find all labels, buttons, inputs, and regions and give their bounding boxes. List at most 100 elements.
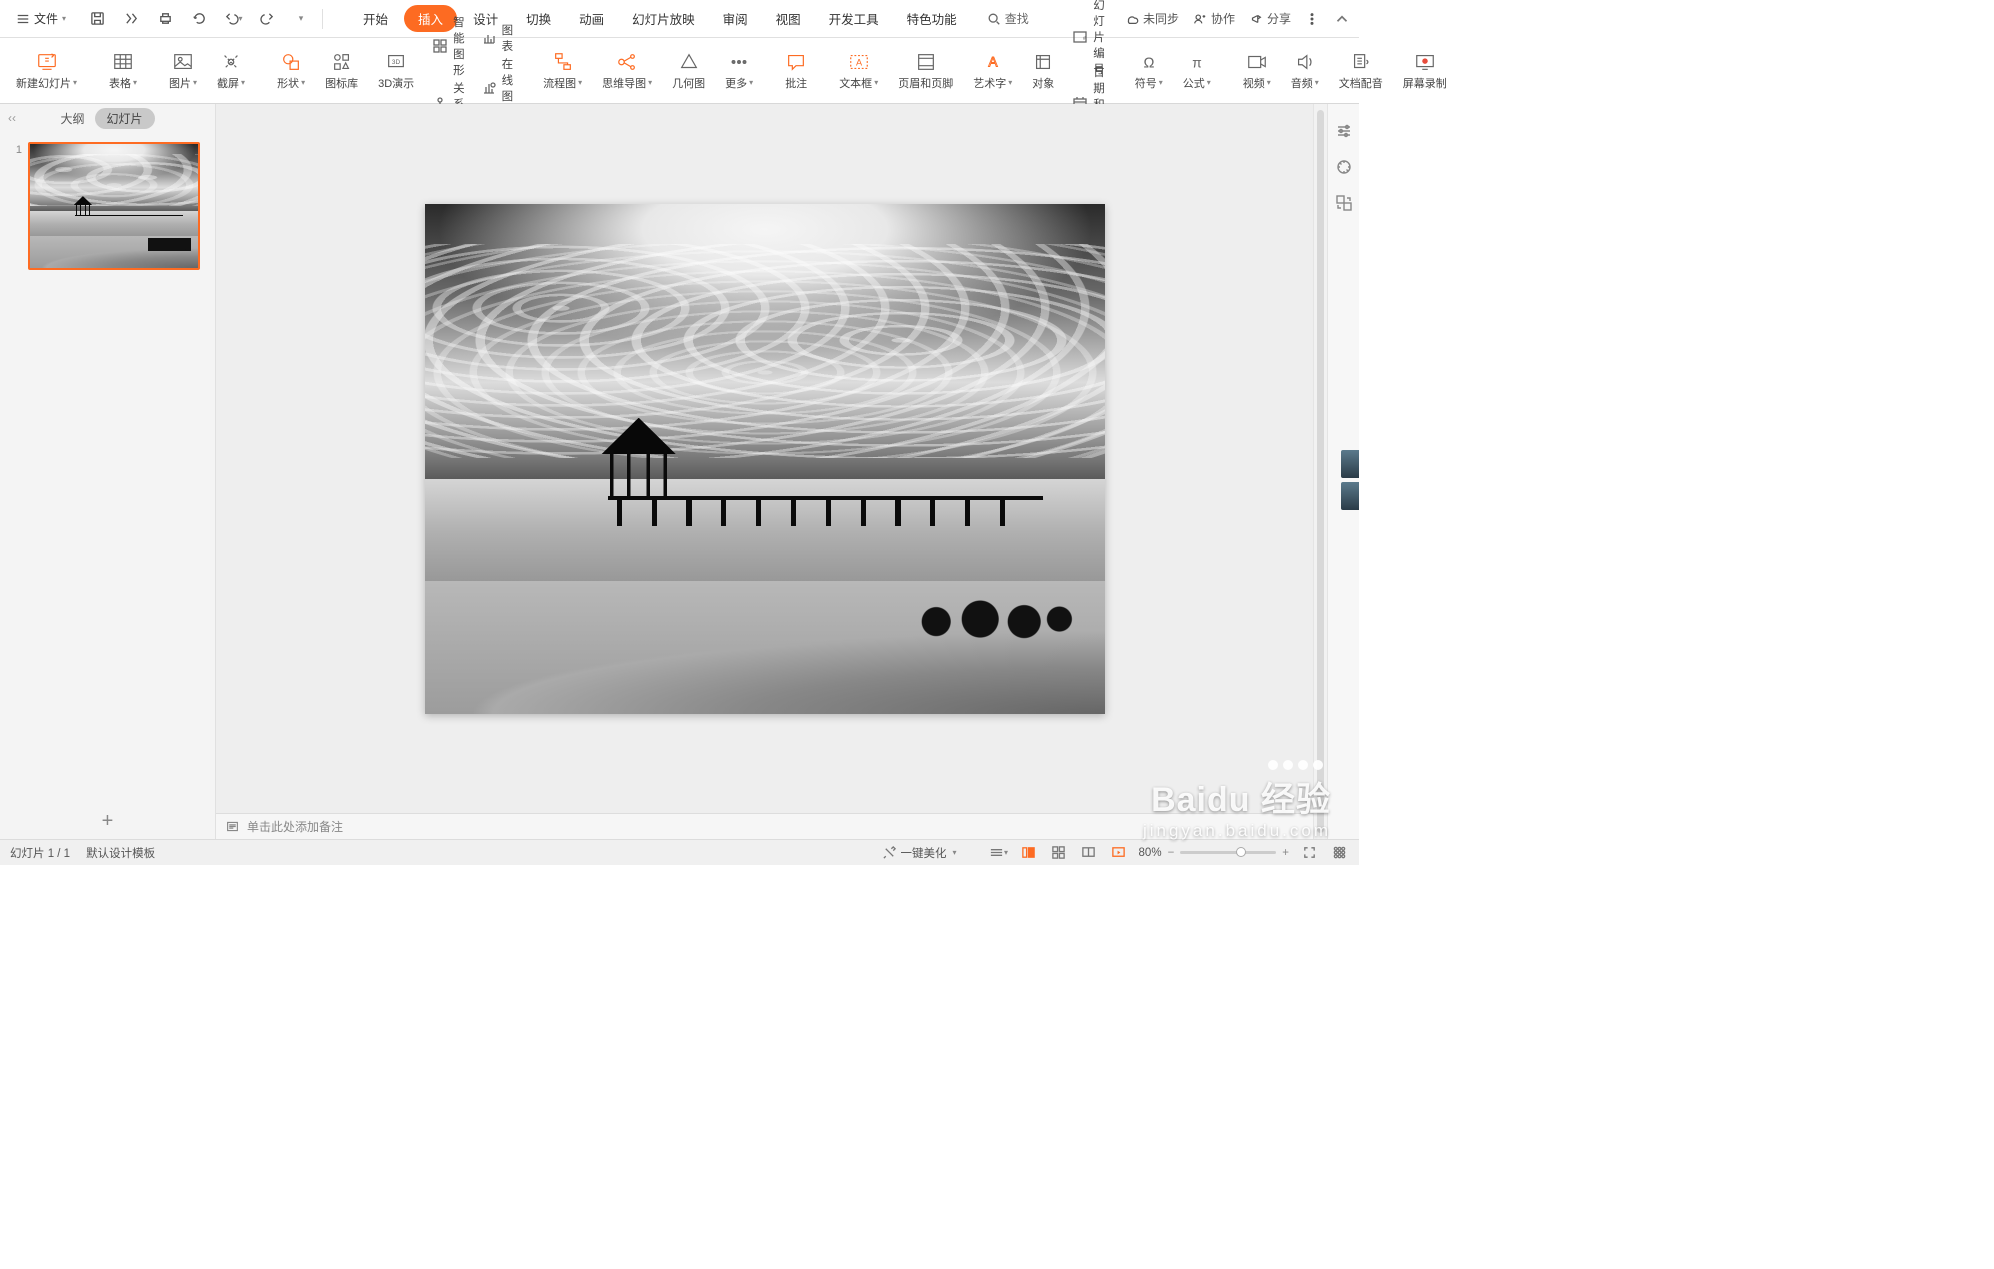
new-slide-button[interactable]: 新建幻灯片▾ bbox=[8, 38, 85, 103]
zoom-in-icon[interactable]: + bbox=[1282, 847, 1289, 859]
panel-collapse-icon[interactable]: ‹‹ bbox=[8, 111, 16, 125]
save-icon[interactable] bbox=[84, 6, 110, 32]
icon-lib-button[interactable]: 图标库 bbox=[317, 38, 366, 103]
tab-features[interactable]: 特色功能 bbox=[895, 4, 969, 33]
audio-button[interactable]: 音频▾ bbox=[1283, 38, 1327, 103]
tab-start[interactable]: 开始 bbox=[351, 4, 400, 33]
equation-button[interactable]: π 公式▾ bbox=[1175, 38, 1219, 103]
mindmap-button[interactable]: 思维导图▾ bbox=[594, 38, 660, 103]
reading-view-icon[interactable] bbox=[1079, 843, 1099, 863]
header-footer-button[interactable]: 页眉和页脚 bbox=[890, 38, 961, 103]
side-handles[interactable] bbox=[1341, 450, 1359, 510]
apps-icon[interactable] bbox=[1329, 843, 1349, 863]
object-icon bbox=[1032, 51, 1054, 73]
screenshot-button[interactable]: 截屏▾ bbox=[209, 38, 253, 103]
beautify-button[interactable]: 一键美化▾ bbox=[882, 843, 957, 863]
slide[interactable] bbox=[425, 204, 1105, 714]
slideshow-icon[interactable] bbox=[1109, 843, 1129, 863]
outline-tab[interactable]: 大纲 bbox=[60, 110, 84, 127]
svg-text:A: A bbox=[988, 54, 998, 69]
narration-button[interactable]: 文档配音 bbox=[1331, 38, 1391, 103]
icon-lib-icon bbox=[331, 51, 353, 73]
symbol-icon: Ω bbox=[1138, 51, 1160, 73]
tab-view[interactable]: 视图 bbox=[764, 4, 813, 33]
screenshot-icon bbox=[220, 51, 242, 73]
view-menu-icon[interactable]: ▾ bbox=[989, 843, 1009, 863]
ribbon: 新建幻灯片▾ 表格▾ 图片▾ 截屏▾ 形状▾ 图标库 3D 3D演示 bbox=[0, 38, 1359, 104]
tab-transition[interactable]: 切换 bbox=[514, 4, 563, 33]
quick-access-toolbar: ▾ ▾ bbox=[84, 6, 314, 32]
thumb-number: 1 bbox=[14, 142, 22, 270]
zoom-control[interactable]: 80% − + bbox=[1139, 847, 1289, 859]
print-icon[interactable] bbox=[152, 6, 178, 32]
print-preview-icon[interactable] bbox=[118, 6, 144, 32]
3d-demo-button[interactable]: 3D 3D演示 bbox=[370, 38, 422, 103]
comment-button[interactable]: 批注 bbox=[777, 38, 815, 103]
zoom-slider[interactable] bbox=[1180, 851, 1276, 854]
video-button[interactable]: 视频▾ bbox=[1235, 38, 1279, 103]
smart-graphic-icon bbox=[432, 38, 448, 54]
search-input[interactable]: 查找 bbox=[987, 10, 1029, 27]
panel-tabs: ‹‹ 大纲 幻灯片 bbox=[0, 104, 215, 132]
zoom-value: 80% bbox=[1139, 847, 1162, 859]
redo-icon[interactable] bbox=[254, 6, 280, 32]
vertical-scrollbar[interactable] bbox=[1313, 104, 1327, 839]
sorter-view-icon[interactable] bbox=[1049, 843, 1069, 863]
audio-icon bbox=[1294, 51, 1316, 73]
slide-number-icon: # bbox=[1072, 29, 1088, 45]
design-icon[interactable] bbox=[1335, 158, 1353, 176]
tab-animation[interactable]: 动画 bbox=[567, 4, 616, 33]
mindmap-icon bbox=[616, 51, 638, 73]
slide-number-button[interactable]: #幻灯片编号 bbox=[1066, 5, 1111, 70]
table-button[interactable]: 表格▾ bbox=[101, 38, 145, 103]
title-bar: 文件 ▾ ▾ ▾ 开始 插入 设计 切换 动画 幻灯片放映 审阅 视图 开发工具… bbox=[0, 0, 1359, 38]
slide-image bbox=[425, 204, 1105, 714]
smart-graphic-button[interactable]: 智能图形 bbox=[426, 14, 471, 78]
add-slide-button[interactable]: + bbox=[0, 803, 215, 839]
fit-window-icon[interactable] bbox=[1299, 843, 1319, 863]
comment-icon bbox=[785, 51, 807, 73]
slide-thumbnail-1[interactable] bbox=[28, 142, 200, 270]
tab-review[interactable]: 审阅 bbox=[711, 4, 760, 33]
picture-button[interactable]: 图片▾ bbox=[161, 38, 205, 103]
collapse-ribbon-icon[interactable] bbox=[1333, 10, 1351, 28]
object-button[interactable]: 对象 bbox=[1024, 38, 1062, 103]
share-button[interactable]: 分享 bbox=[1249, 10, 1291, 27]
qat-more-icon[interactable]: ▾ bbox=[288, 6, 314, 32]
refresh-icon[interactable] bbox=[186, 6, 212, 32]
table-icon bbox=[112, 51, 134, 73]
zoom-out-icon[interactable]: − bbox=[1168, 847, 1175, 859]
symbol-button[interactable]: Ω 符号▾ bbox=[1127, 38, 1171, 103]
slides-tab[interactable]: 幻灯片 bbox=[95, 108, 155, 129]
slide-counter: 幻灯片 1 / 1 bbox=[10, 845, 70, 861]
sync-button[interactable]: 未同步 bbox=[1125, 10, 1179, 27]
svg-text:π: π bbox=[1192, 55, 1202, 70]
replace-icon[interactable] bbox=[1335, 194, 1353, 212]
undo-icon[interactable]: ▾ bbox=[220, 6, 246, 32]
file-menu-label: 文件 bbox=[34, 10, 58, 27]
screen-rec-button[interactable]: 屏幕录制 bbox=[1395, 38, 1455, 103]
normal-view-icon[interactable] bbox=[1019, 843, 1039, 863]
more-menu-icon[interactable] bbox=[1305, 12, 1319, 26]
textbox-button[interactable]: A 文本框▾ bbox=[831, 38, 886, 103]
settings-icon[interactable] bbox=[1335, 122, 1353, 140]
shape-button[interactable]: 形状▾ bbox=[269, 38, 313, 103]
titlebar-right: 未同步 协作 分享 bbox=[1125, 10, 1351, 28]
chart-button[interactable]: 图表 bbox=[475, 22, 520, 54]
notes-input[interactable]: 单击此处添加备注 bbox=[216, 813, 1313, 839]
tab-slideshow[interactable]: 幻灯片放映 bbox=[620, 4, 707, 33]
search-placeholder: 查找 bbox=[1005, 10, 1029, 27]
more-icon bbox=[728, 51, 750, 73]
notes-placeholder: 单击此处添加备注 bbox=[247, 818, 343, 835]
geometry-button[interactable]: 几何图 bbox=[664, 38, 713, 103]
flowchart-button[interactable]: 流程图▾ bbox=[535, 38, 590, 103]
collab-button[interactable]: 协作 bbox=[1193, 10, 1235, 27]
tab-devtools[interactable]: 开发工具 bbox=[817, 4, 891, 33]
header-footer-icon bbox=[915, 51, 937, 73]
wordart-button[interactable]: A 艺术字▾ bbox=[965, 38, 1020, 103]
file-menu[interactable]: 文件 ▾ bbox=[8, 6, 74, 31]
chart-icon bbox=[481, 30, 497, 46]
more-button[interactable]: 更多▾ bbox=[717, 38, 761, 103]
slide-panel: ‹‹ 大纲 幻灯片 1 + bbox=[0, 104, 216, 839]
online-chart-icon bbox=[481, 80, 497, 96]
